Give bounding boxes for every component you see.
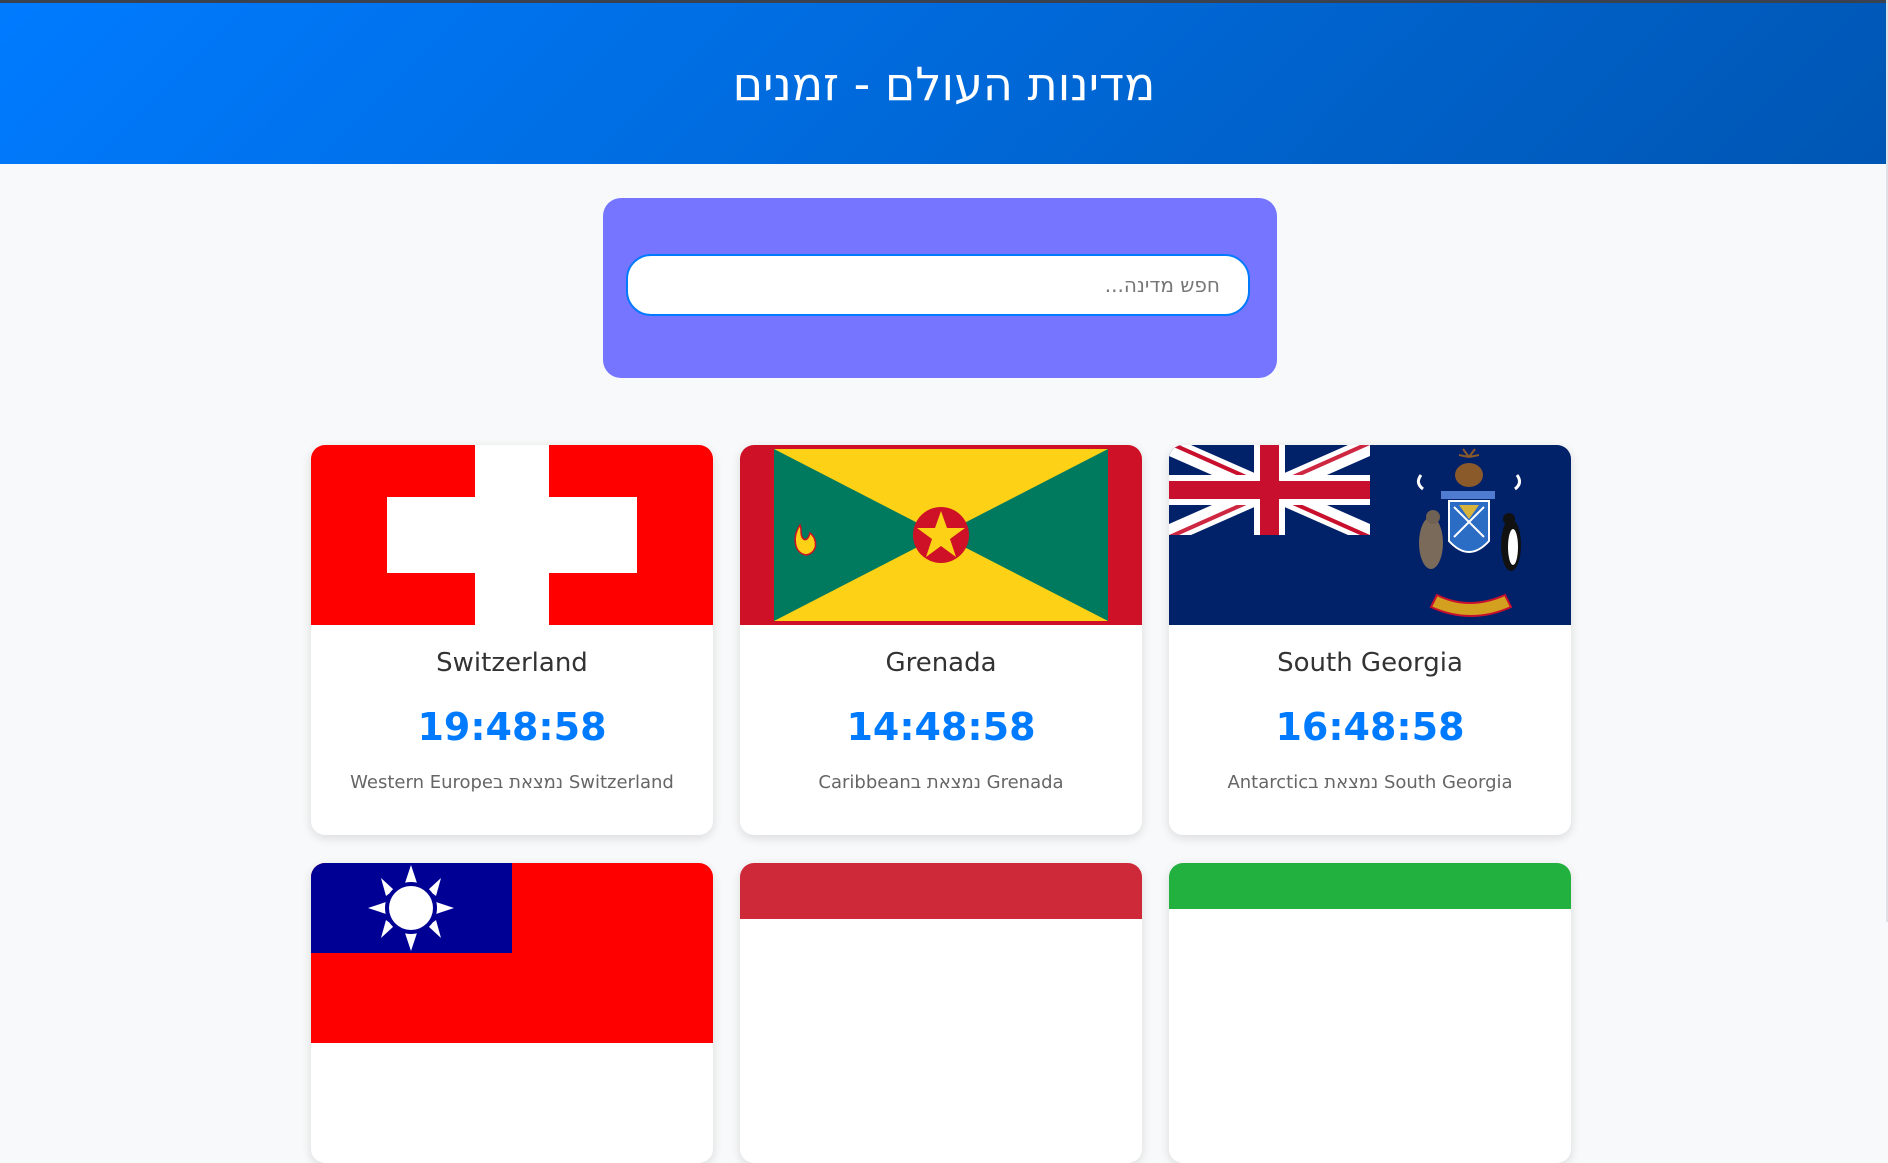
south-georgia-flag-icon xyxy=(1169,445,1571,625)
green-flag-icon xyxy=(1169,863,1571,1043)
country-region: Caribbeanנמצאת ב Grenada xyxy=(818,772,1064,793)
country-name: South Georgia xyxy=(1277,648,1463,678)
country-time: 14:48:58 xyxy=(846,705,1036,749)
switzerland-flag-icon xyxy=(311,445,713,625)
red-flag-icon xyxy=(740,863,1142,1043)
country-card[interactable]: Switzerland 19:48:58 Western Europeנמצאת… xyxy=(311,445,713,835)
taiwan-flag-icon xyxy=(311,863,713,1043)
country-name: Switzerland xyxy=(436,648,588,678)
country-time: 16:48:58 xyxy=(1275,705,1465,749)
grenada-flag-icon xyxy=(740,445,1142,625)
country-card[interactable] xyxy=(311,863,713,1163)
country-region: Antarcticנמצאת ב South Georgia xyxy=(1227,772,1513,793)
country-card[interactable] xyxy=(1169,863,1571,1163)
search-input[interactable] xyxy=(626,254,1250,316)
page-header: מדינות העולם - זמנים xyxy=(0,3,1888,164)
country-time: 19:48:58 xyxy=(417,705,607,749)
search-panel xyxy=(603,198,1277,378)
country-region: Western Europeנמצאת ב Switzerland xyxy=(350,772,674,793)
country-name: Grenada xyxy=(885,648,997,678)
page-title: מדינות העולם - זמנים xyxy=(732,56,1156,111)
country-card[interactable]: South Georgia 16:48:58 Antarcticנמצאת ב … xyxy=(1169,445,1571,835)
country-card[interactable]: Grenada 14:48:58 Caribbeanנמצאת ב Grenad… xyxy=(740,445,1142,835)
country-card[interactable] xyxy=(740,863,1142,1163)
